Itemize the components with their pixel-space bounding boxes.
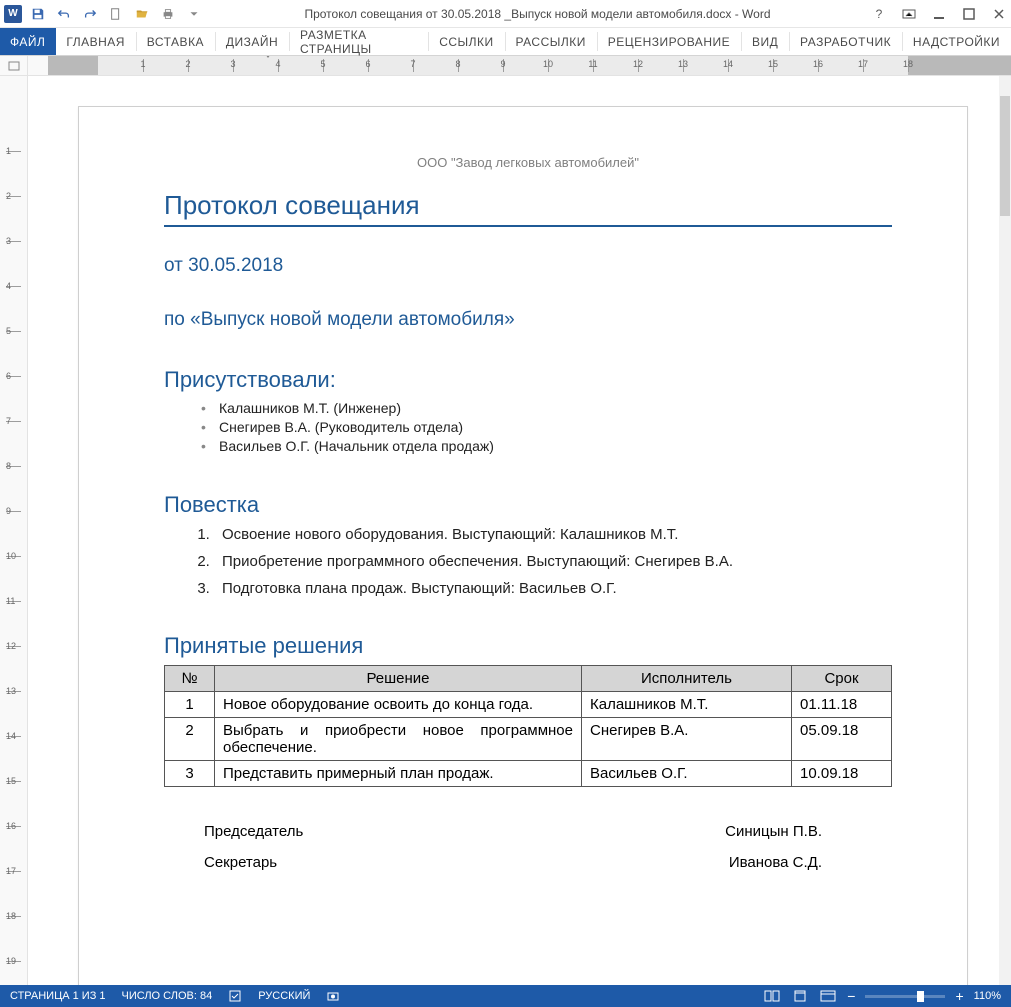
table-row: 2 Выбрать и приобрести новое программное… xyxy=(165,717,892,760)
decisions-heading: Принятые решения xyxy=(164,633,892,659)
status-words[interactable]: ЧИСЛО СЛОВ: 84 xyxy=(122,990,213,1002)
document-area[interactable]: ООО "Завод легковых автомобилей" Протоко… xyxy=(28,76,1011,985)
zoom-in-icon[interactable]: + xyxy=(955,989,963,1003)
workspace: 12345678910111213141516171819 ООО "Завод… xyxy=(0,76,1011,985)
status-macro-icon[interactable] xyxy=(326,989,340,1003)
open-icon[interactable] xyxy=(132,4,152,24)
new-doc-icon[interactable] xyxy=(106,4,126,24)
status-page[interactable]: СТРАНИЦА 1 ИЗ 1 xyxy=(10,990,106,1002)
list-item: Васильев О.Г. (Начальник отдела продаж) xyxy=(219,437,892,456)
ribbon-tabs: ФАЙЛ ГЛАВНАЯ ВСТАВКА ДИЗАЙН РАЗМЕТКА СТР… xyxy=(0,28,1011,56)
list-item: Приобретение программного обеспечения. В… xyxy=(214,553,892,570)
tab-addins[interactable]: НАДСТРОЙКИ xyxy=(903,28,1011,55)
list-item: Снегирев В.А. (Руководитель отдела) xyxy=(219,418,892,437)
doc-subject-line: по «Выпуск новой модели автомобиля» xyxy=(164,309,892,331)
ruler-row: 123456789101112131415161718 xyxy=(0,56,1011,76)
status-bar: СТРАНИЦА 1 ИЗ 1 ЧИСЛО СЛОВ: 84 РУССКИЙ −… xyxy=(0,985,1011,1007)
chairman-label: Председатель xyxy=(164,823,303,840)
qat-customize-icon[interactable] xyxy=(184,4,204,24)
table-row: 3 Представить примерный план продаж. Вас… xyxy=(165,760,892,786)
tab-page-layout[interactable]: РАЗМЕТКА СТРАНИЦЫ xyxy=(290,28,428,55)
col-due: Срок xyxy=(792,665,892,691)
window-controls: ? xyxy=(871,6,1007,22)
secretary-label: Секретарь xyxy=(164,854,277,871)
word-app-icon: W xyxy=(4,5,22,23)
status-language[interactable]: РУССКИЙ xyxy=(258,990,310,1002)
col-num: № xyxy=(165,665,215,691)
list-item: Освоение нового оборудования. Выступающи… xyxy=(214,526,892,543)
title-bar: W Протокол совещания от 30.05.2018 _Выпу… xyxy=(0,0,1011,28)
maximize-icon[interactable] xyxy=(961,6,977,22)
zoom-out-icon[interactable]: − xyxy=(847,989,855,1003)
horizontal-ruler[interactable]: 123456789101112131415161718 xyxy=(28,56,1011,76)
agenda-heading: Повестка xyxy=(164,492,892,518)
zoom-level[interactable]: 110% xyxy=(974,990,1001,1002)
document-title: Протокол совещания от 30.05.2018 _Выпуск… xyxy=(204,7,871,21)
tab-references[interactable]: ССЫЛКИ xyxy=(429,28,504,55)
ruler-corner[interactable] xyxy=(0,56,28,76)
redo-icon[interactable] xyxy=(80,4,100,24)
list-item: Подготовка плана продаж. Выступающий: Ва… xyxy=(214,580,892,597)
vertical-scrollbar[interactable] xyxy=(999,76,1011,985)
attendees-heading: Присутствовали: xyxy=(164,367,892,393)
table-row: 1 Новое оборудование освоить до конца го… xyxy=(165,691,892,717)
page[interactable]: ООО "Завод легковых автомобилей" Протоко… xyxy=(78,106,968,985)
save-icon[interactable] xyxy=(28,4,48,24)
minimize-icon[interactable] xyxy=(931,6,947,22)
status-proofing-icon[interactable] xyxy=(228,989,242,1003)
undo-icon[interactable] xyxy=(54,4,74,24)
view-print-icon[interactable] xyxy=(791,989,809,1003)
chairman-name: Синицын П.В. xyxy=(725,823,822,840)
quick-access-toolbar xyxy=(28,4,204,24)
col-decision: Решение xyxy=(215,665,582,691)
col-executor: Исполнитель xyxy=(582,665,792,691)
attendees-list: Калашников М.Т. (Инженер) Снегирев В.А. … xyxy=(164,399,892,456)
tab-developer[interactable]: РАЗРАБОТЧИК xyxy=(790,28,902,55)
view-read-icon[interactable] xyxy=(763,989,781,1003)
agenda-list: Освоение нового оборудования. Выступающи… xyxy=(164,526,892,597)
company-name: ООО "Завод легковых автомобилей" xyxy=(164,155,892,170)
indent-marker-icon[interactable] xyxy=(263,56,273,58)
secretary-name: Иванова С.Д. xyxy=(729,854,822,871)
zoom-slider[interactable] xyxy=(865,995,945,998)
doc-date-line: от 30.05.2018 xyxy=(164,255,892,277)
zoom-slider-thumb[interactable] xyxy=(917,991,924,1002)
ribbon-options-icon[interactable] xyxy=(901,6,917,22)
list-item: Калашников М.Т. (Инженер) xyxy=(219,399,892,418)
table-header-row: № Решение Исполнитель Срок xyxy=(165,665,892,691)
signatures: Председатель Синицын П.В. Секретарь Иван… xyxy=(164,823,892,871)
help-icon[interactable]: ? xyxy=(871,6,887,22)
vertical-ruler[interactable]: 12345678910111213141516171819 xyxy=(0,76,28,985)
scrollbar-thumb[interactable] xyxy=(1000,96,1010,216)
tab-view[interactable]: ВИД xyxy=(742,28,789,55)
quick-print-icon[interactable] xyxy=(158,4,178,24)
close-icon[interactable] xyxy=(991,6,1007,22)
tab-home[interactable]: ГЛАВНАЯ xyxy=(56,28,136,55)
tab-mailings[interactable]: РАССЫЛКИ xyxy=(505,28,596,55)
tab-design[interactable]: ДИЗАЙН xyxy=(216,28,289,55)
tab-insert[interactable]: ВСТАВКА xyxy=(137,28,215,55)
tab-review[interactable]: РЕЦЕНЗИРОВАНИЕ xyxy=(598,28,741,55)
doc-heading-title: Протокол совещания xyxy=(164,190,892,227)
decisions-table: № Решение Исполнитель Срок 1 Новое обору… xyxy=(164,665,892,787)
view-web-icon[interactable] xyxy=(819,989,837,1003)
tab-file[interactable]: ФАЙЛ xyxy=(0,28,56,55)
